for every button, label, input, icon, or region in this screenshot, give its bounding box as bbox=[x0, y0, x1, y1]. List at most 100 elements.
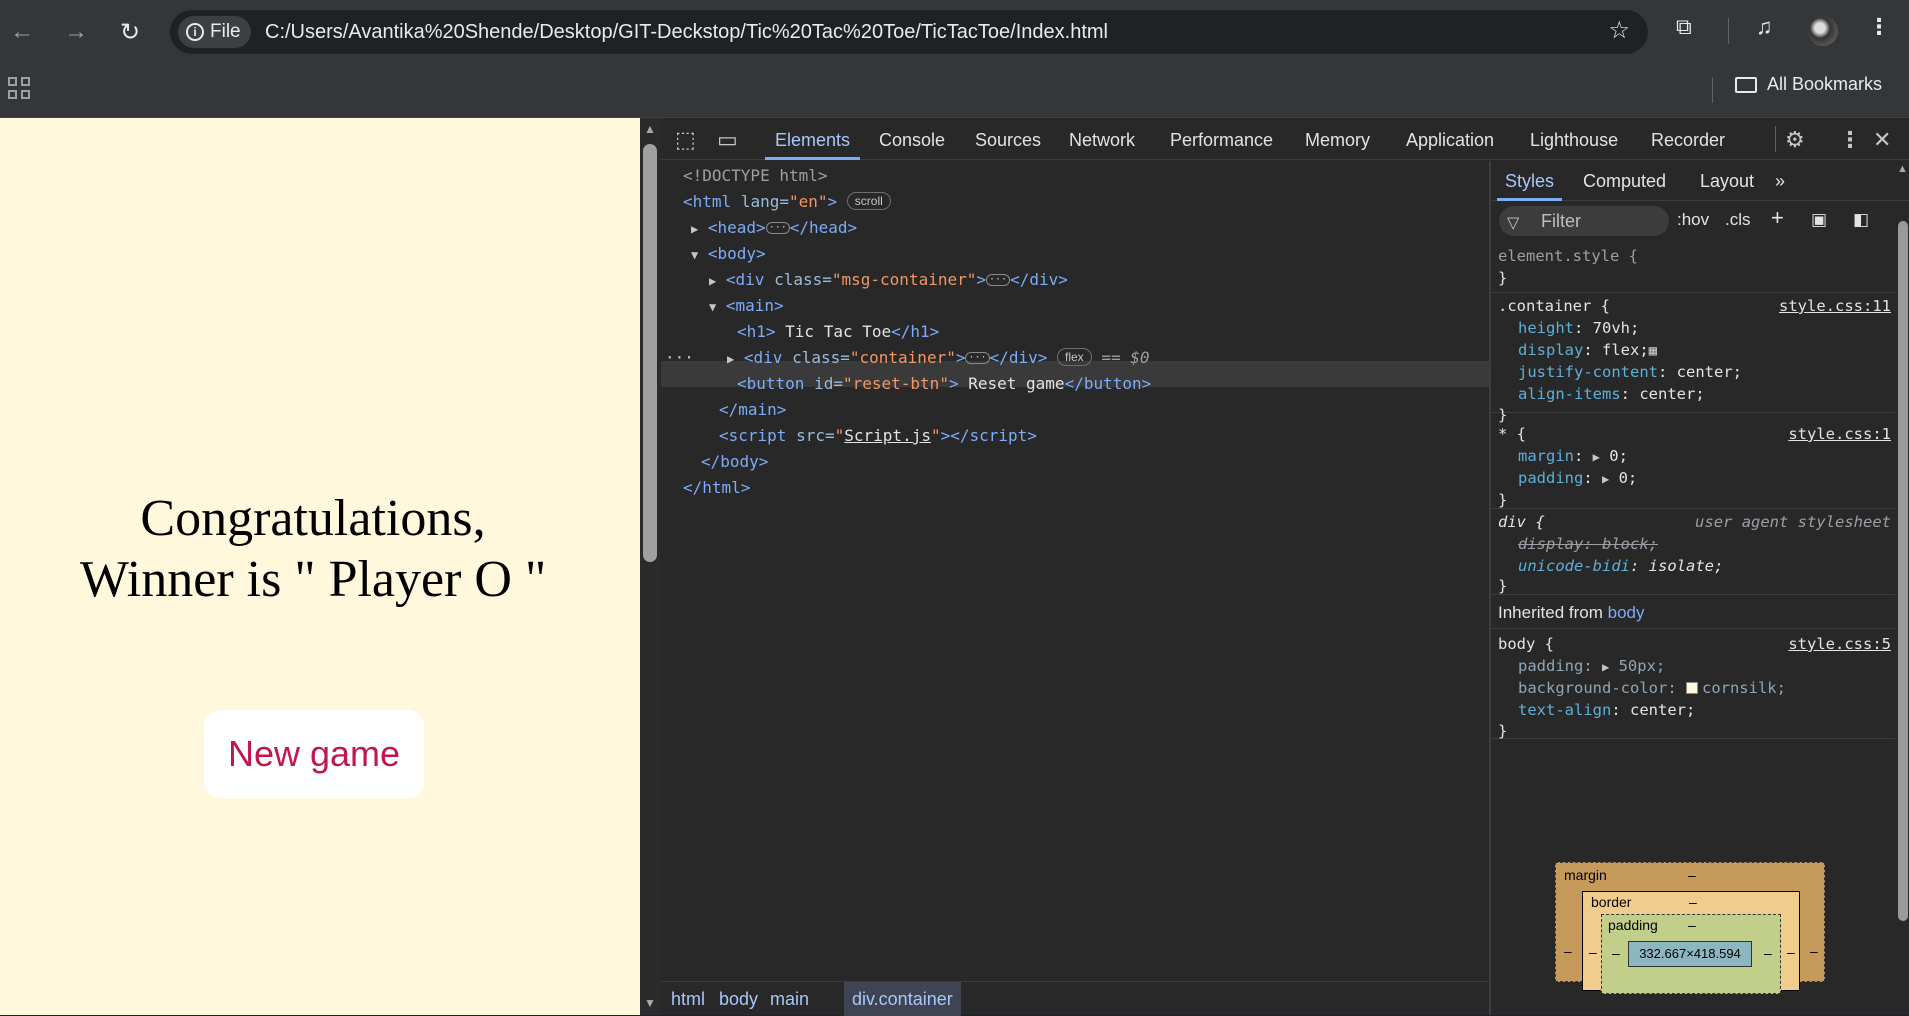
box-model-border[interactable]: border – – – padding – – – 332.667×418.5… bbox=[1582, 891, 1800, 994]
tab-performance[interactable]: Performance bbox=[1170, 118, 1273, 160]
breadcrumb-body[interactable]: body bbox=[711, 982, 766, 1016]
dom-node-html-close[interactable]: </html> bbox=[683, 475, 750, 501]
doctype-line[interactable]: <!DOCTYPE html> bbox=[683, 163, 828, 189]
dom-node-msg-container[interactable]: ▶ <div class="msg-container"> ··· </div> bbox=[709, 267, 1068, 294]
box-model-margin[interactable]: margin – – – border – – – padding – – – … bbox=[1555, 862, 1825, 994]
css-declaration[interactable]: padding: ▶ 0; bbox=[1518, 467, 1637, 490]
dom-node-main-close[interactable]: </main> bbox=[719, 397, 786, 423]
tab-styles[interactable]: Styles bbox=[1497, 161, 1563, 201]
script-src-link[interactable]: Script.js bbox=[844, 426, 931, 445]
settings-gear-icon[interactable]: ⚙ bbox=[1785, 127, 1805, 153]
box-model-padding[interactable]: padding – – – 332.667×418.594 bbox=[1601, 914, 1781, 994]
margin-right-value[interactable]: – bbox=[1810, 943, 1818, 959]
breadcrumb-html[interactable]: html bbox=[663, 982, 713, 1016]
site-info-chip[interactable]: i File bbox=[178, 16, 251, 48]
body-selector[interactable]: body { bbox=[1498, 633, 1554, 655]
scroll-badge[interactable]: scroll bbox=[846, 192, 891, 210]
address-bar[interactable]: i File C:/Users/Avantika%20Shende/Deskto… bbox=[170, 10, 1648, 54]
reload-icon[interactable]: ↻ bbox=[112, 14, 148, 50]
collapse-triangle-icon[interactable]: ▼ bbox=[709, 300, 716, 314]
container-selector[interactable]: .container { bbox=[1498, 295, 1610, 317]
dom-node-button[interactable]: <button id="reset-btn"> Reset game</butt… bbox=[737, 371, 1151, 397]
styles-scrollbar-thumb[interactable] bbox=[1898, 221, 1908, 921]
hov-toggle[interactable]: :hov bbox=[1677, 210, 1709, 230]
flexbox-editor-icon[interactable]: ▦ bbox=[1649, 343, 1657, 359]
dom-node-html[interactable]: <html lang="en"> scroll bbox=[683, 189, 891, 215]
css-declaration-overridden[interactable]: display: block; bbox=[1518, 533, 1658, 555]
apps-grid-icon[interactable] bbox=[8, 77, 30, 99]
css-declaration[interactable]: height: 70vh; bbox=[1518, 317, 1639, 339]
scroll-up-icon[interactable]: ▲ bbox=[644, 122, 656, 136]
css-declaration[interactable]: unicode-bidi: isolate; bbox=[1518, 555, 1723, 577]
css-declaration[interactable]: justify-content: center; bbox=[1518, 361, 1742, 383]
dom-node-h1[interactable]: <h1> Tic Tac Toe</h1> bbox=[737, 319, 939, 345]
scroll-up-icon[interactable]: ▲ bbox=[1897, 163, 1908, 175]
device-toolbar-icon[interactable]: ▭ bbox=[717, 127, 738, 153]
expand-triangle-icon[interactable]: ▶ bbox=[727, 352, 734, 366]
tab-network[interactable]: Network bbox=[1069, 118, 1135, 160]
new-game-button[interactable]: New game bbox=[204, 710, 424, 798]
more-tabs-icon[interactable]: » bbox=[1775, 161, 1785, 201]
margin-top-value[interactable]: – bbox=[1688, 867, 1696, 883]
collapsed-ellipsis-icon[interactable]: ··· bbox=[965, 352, 990, 364]
element-style-selector[interactable]: element.style { bbox=[1498, 245, 1638, 267]
tab-layout[interactable]: Layout bbox=[1700, 161, 1754, 201]
collapse-triangle-icon[interactable]: ▼ bbox=[691, 248, 698, 262]
new-rule-icon[interactable]: + bbox=[1771, 205, 1784, 231]
expand-triangle-icon[interactable]: ▶ bbox=[709, 274, 716, 288]
paint-brush-icon[interactable]: ▣ bbox=[1811, 210, 1827, 230]
expand-triangle-icon[interactable]: ▶ bbox=[691, 222, 698, 236]
universal-source-link[interactable]: style.css:1 bbox=[1788, 423, 1891, 445]
media-control-icon[interactable]: ♫ bbox=[1756, 14, 1773, 40]
div-selector[interactable]: div { bbox=[1498, 511, 1545, 533]
forward-icon[interactable]: → bbox=[58, 14, 94, 50]
back-icon[interactable]: ← bbox=[4, 14, 40, 50]
padding-right-value[interactable]: – bbox=[1764, 945, 1772, 961]
tab-application[interactable]: Application bbox=[1406, 118, 1494, 160]
styles-scrollbar[interactable]: ▲ bbox=[1895, 161, 1909, 1015]
body-source-link[interactable]: style.css:5 bbox=[1788, 633, 1891, 655]
css-declaration[interactable]: text-align: center; bbox=[1518, 699, 1695, 721]
url-text[interactable]: C:/Users/Avantika%20Shende/Desktop/GIT-D… bbox=[265, 10, 1108, 54]
margin-left-value[interactable]: – bbox=[1564, 943, 1572, 959]
collapsed-ellipsis-icon[interactable]: ··· bbox=[765, 222, 790, 234]
tab-recorder[interactable]: Recorder bbox=[1651, 118, 1725, 160]
padding-top-value[interactable]: – bbox=[1688, 917, 1696, 933]
scroll-down-icon[interactable]: ▼ bbox=[644, 996, 656, 1010]
flex-badge[interactable]: flex bbox=[1057, 348, 1092, 366]
css-declaration[interactable]: align-items: center; bbox=[1518, 383, 1705, 405]
page-scrollbar[interactable]: ▲ ▼ bbox=[640, 118, 661, 1015]
tab-memory[interactable]: Memory bbox=[1305, 118, 1370, 160]
extensions-icon[interactable]: ⧉ bbox=[1676, 14, 1692, 40]
styles-filter-input[interactable]: Filter bbox=[1499, 206, 1669, 236]
container-source-link[interactable]: style.css:11 bbox=[1779, 295, 1891, 317]
tab-lighthouse[interactable]: Lighthouse bbox=[1530, 118, 1618, 160]
tab-elements[interactable]: Elements bbox=[765, 118, 861, 160]
border-right-value[interactable]: – bbox=[1787, 944, 1795, 960]
box-model-content-size[interactable]: 332.667×418.594 bbox=[1628, 941, 1752, 967]
toggle-sidebar-icon[interactable]: ◧ bbox=[1853, 210, 1869, 230]
tab-computed[interactable]: Computed bbox=[1583, 161, 1666, 201]
css-declaration-inactive[interactable]: padding: ▶ 50px; bbox=[1518, 655, 1665, 678]
breadcrumb-div-container[interactable]: div.container bbox=[844, 982, 961, 1016]
cls-toggle[interactable]: .cls bbox=[1725, 210, 1751, 230]
breadcrumb-main[interactable]: main bbox=[762, 982, 817, 1016]
universal-selector[interactable]: * { bbox=[1498, 423, 1526, 445]
inherited-from-link[interactable]: body bbox=[1608, 603, 1645, 622]
dom-node-body[interactable]: ▼ <body> bbox=[691, 241, 766, 268]
css-declaration-inactive[interactable]: background-color: cornsilk; bbox=[1518, 677, 1786, 699]
border-top-value[interactable]: – bbox=[1689, 894, 1697, 910]
inspect-element-icon[interactable]: ⬚ bbox=[675, 127, 696, 153]
bookmark-star-icon[interactable]: ☆ bbox=[1608, 16, 1630, 45]
color-swatch[interactable] bbox=[1685, 682, 1698, 694]
dom-node-main[interactable]: ▼ <main> bbox=[709, 293, 784, 320]
tab-console[interactable]: Console bbox=[879, 118, 945, 160]
dom-node-head[interactable]: ▶ <head> ··· </head> bbox=[691, 215, 857, 242]
dom-node-script[interactable]: <script src="Script.js"></script> bbox=[719, 423, 1037, 449]
tab-sources[interactable]: Sources bbox=[975, 118, 1041, 160]
all-bookmarks-button[interactable]: All Bookmarks bbox=[1735, 74, 1882, 95]
dom-node-body-close[interactable]: </body> bbox=[701, 449, 768, 475]
collapsed-ellipsis-icon[interactable]: ··· bbox=[986, 274, 1011, 286]
padding-left-value[interactable]: – bbox=[1612, 945, 1620, 961]
close-devtools-icon[interactable]: ✕ bbox=[1873, 127, 1891, 153]
